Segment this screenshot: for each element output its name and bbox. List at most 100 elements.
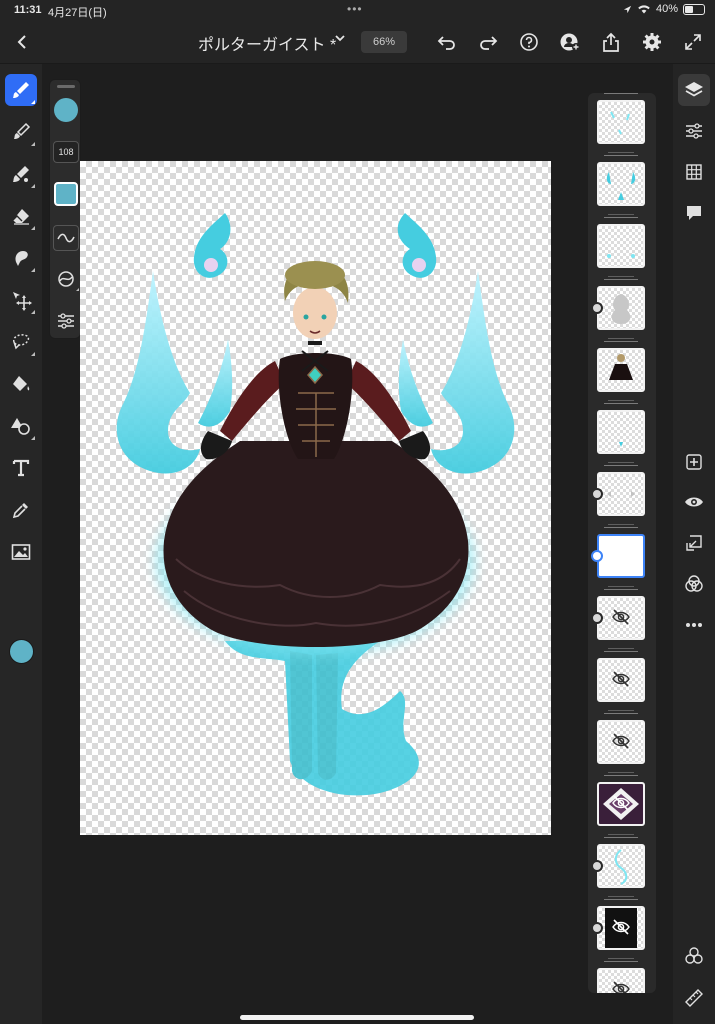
visibility-icon[interactable] [678, 486, 710, 518]
layer-thumbnail[interactable] [591, 462, 648, 519]
layer-thumbnail[interactable] [591, 276, 648, 333]
layer-stack-line [604, 589, 638, 590]
primary-color-swatch[interactable] [9, 639, 34, 664]
character-artwork [116, 213, 515, 796]
layer-stack-line [604, 837, 638, 838]
layer-stack-line [604, 775, 638, 776]
layer-mask-icon[interactable] [591, 612, 603, 624]
hidden-eye-icon[interactable] [611, 607, 631, 627]
fill-bucket-tool[interactable] [5, 368, 37, 400]
layer-stack-line [608, 462, 634, 463]
comment-icon[interactable] [678, 197, 710, 229]
mixer-brush-tool[interactable] [5, 158, 37, 190]
layer-stack-line [608, 338, 634, 339]
hidden-eye-icon[interactable] [611, 793, 631, 813]
help-icon[interactable] [515, 28, 543, 56]
layer-stack-line [604, 341, 638, 342]
grid-icon[interactable] [678, 156, 710, 188]
layer-thumbnail[interactable] [594, 400, 648, 457]
layer-preview [597, 224, 645, 268]
layer-thumbnail[interactable] [594, 710, 648, 767]
layer-thumbnail[interactable] [594, 958, 648, 993]
tool-rail [0, 64, 42, 1024]
brush-size-field[interactable]: 108 [53, 141, 79, 163]
layer-thumbnail[interactable] [594, 93, 648, 147]
image-place-tool[interactable] [5, 536, 37, 568]
layer-thumbnail[interactable] [591, 834, 648, 891]
chevron-left-icon[interactable] [8, 28, 36, 56]
layer-thumbnail[interactable] [594, 772, 648, 829]
brush-options-panel: 108 [49, 79, 81, 339]
brush-settings-icon[interactable] [53, 308, 79, 334]
text-tool[interactable] [5, 452, 37, 484]
move-transform-tool[interactable] [5, 284, 37, 316]
layer-thumbnail[interactable] [591, 896, 648, 953]
eyedropper-tool[interactable] [5, 494, 37, 526]
blend-mode-icon[interactable] [678, 568, 710, 600]
layer-thumbnail[interactable] [591, 586, 648, 643]
hidden-eye-icon[interactable] [611, 669, 631, 689]
brush-swatch-icon[interactable] [54, 182, 78, 206]
status-time: 11:31 [14, 4, 42, 16]
chevron-down-icon[interactable] [334, 32, 346, 46]
effects-icon[interactable] [678, 940, 710, 972]
layer-mask-icon[interactable] [591, 860, 603, 872]
layer-stack-line [604, 217, 638, 218]
hidden-eye-icon[interactable] [611, 979, 631, 993]
add-layer-icon[interactable] [678, 446, 710, 478]
layer-stack-line [608, 400, 634, 401]
layer-mask-icon[interactable] [591, 488, 603, 500]
fullscreen-icon[interactable] [679, 28, 707, 56]
home-indicator[interactable] [240, 1015, 474, 1020]
pixel-brush-tool[interactable] [5, 116, 37, 148]
smudge-tool[interactable] [5, 242, 37, 274]
drawing-canvas[interactable] [80, 161, 551, 835]
layer-stack-line [608, 214, 634, 215]
layer-thumbnail[interactable] [594, 152, 648, 209]
layer-stack-line [608, 896, 634, 897]
layer-mask-icon[interactable] [591, 302, 603, 314]
layer-stack-line [604, 651, 638, 652]
more-icon[interactable] [678, 609, 710, 641]
brush-dynamics-icon[interactable] [53, 266, 79, 292]
layer-stack-line [608, 152, 634, 153]
document-title[interactable]: ポルターガイスト * [198, 31, 336, 55]
layer-stack-line [608, 772, 634, 773]
zoom-level[interactable]: 66% [361, 31, 407, 53]
hidden-eye-icon[interactable] [611, 731, 631, 751]
share-icon[interactable] [597, 28, 625, 56]
hidden-eye-icon[interactable] [611, 917, 631, 937]
adjustments-icon[interactable] [678, 115, 710, 147]
redo-icon[interactable] [474, 28, 502, 56]
add-user-icon[interactable] [556, 28, 584, 56]
layers-icon[interactable] [678, 74, 710, 106]
layer-stack-line [604, 465, 638, 466]
undo-icon[interactable] [433, 28, 461, 56]
layer-stack-line [608, 958, 634, 959]
layer-stack-line [608, 586, 634, 587]
layer-mask-icon[interactable] [591, 922, 603, 934]
ruler-icon[interactable] [678, 982, 710, 1014]
layer-thumbnail-selected[interactable] [591, 524, 648, 581]
brush-color-circle-icon[interactable] [54, 98, 78, 122]
status-date: 4月27日(日) [48, 7, 107, 19]
merge-down-icon[interactable] [678, 527, 710, 559]
layer-stack-line [604, 713, 638, 714]
stroke-smoothing-icon[interactable] [53, 225, 79, 251]
layer-preview [597, 844, 645, 888]
layer-thumbnail[interactable] [594, 338, 648, 395]
selection-lasso-tool[interactable] [5, 326, 37, 358]
layer-thumbnail[interactable] [594, 648, 648, 705]
panel-drag-handle[interactable] [57, 85, 75, 88]
multitasking-dots-icon[interactable]: ••• [347, 2, 363, 16]
shape-tool[interactable] [5, 410, 37, 442]
layer-mask-icon[interactable] [591, 550, 603, 562]
paint-brush-tool[interactable] [5, 74, 37, 106]
status-right: 40% [623, 3, 705, 15]
layer-preview [597, 286, 645, 330]
eraser-tool[interactable] [5, 200, 37, 232]
layer-stack-line [604, 527, 638, 528]
layer-thumbnail[interactable] [594, 214, 648, 271]
gear-icon[interactable] [638, 28, 666, 56]
layer-stack-line [608, 648, 634, 649]
